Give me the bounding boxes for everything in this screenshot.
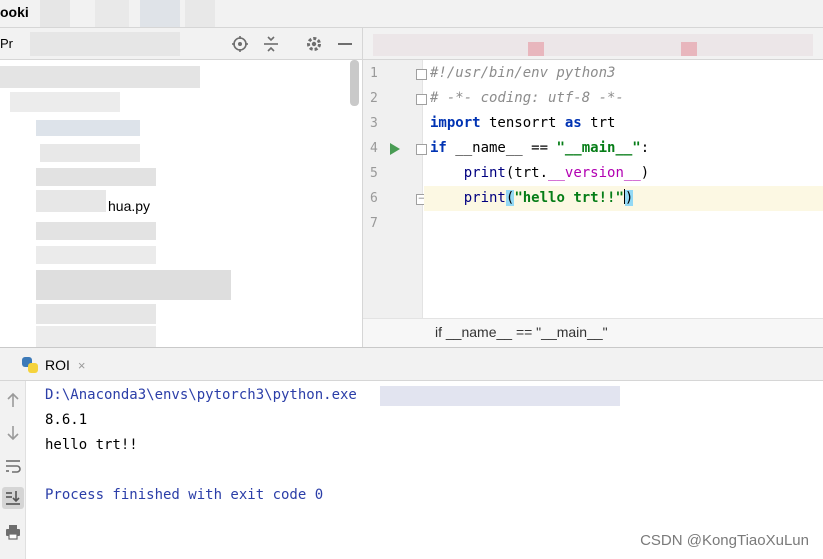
code-token: import [430, 115, 481, 131]
project-scrollbar[interactable] [350, 60, 359, 106]
python-icon [22, 357, 38, 373]
scroll-to-end-icon[interactable] [2, 487, 24, 509]
gear-icon[interactable] [302, 32, 326, 56]
blurred-region [681, 42, 697, 56]
editor-tabs[interactable] [363, 28, 823, 60]
code-token: __name__ == [446, 140, 557, 156]
print-icon[interactable] [2, 521, 24, 543]
blurred-tree-region [36, 270, 231, 300]
minimize-icon[interactable] [333, 32, 357, 56]
code-token: : [640, 140, 650, 156]
code-token: # -*- coding: utf-8 -*- [430, 90, 624, 106]
code-token: print [463, 190, 506, 206]
blurred-tree-region [36, 120, 140, 136]
code-token: tensorrt [480, 115, 565, 131]
project-panel: Pr hua.py [0, 28, 363, 347]
line-number: 3 [370, 116, 378, 131]
window-title: ooki [0, 4, 29, 20]
soft-wrap-icon[interactable] [2, 455, 24, 477]
watermark: CSDN @KongTiaoXuLun [640, 532, 809, 549]
code-token: "hello trt!!" [514, 190, 624, 206]
code-line[interactable]: # -*- coding: utf-8 -*- [424, 86, 823, 111]
code-token: #!/usr/bin/env python3 [430, 65, 616, 81]
blurred-region [140, 0, 180, 27]
code-line[interactable]: #!/usr/bin/env python3 [424, 61, 823, 86]
code-token: as [564, 115, 582, 131]
console-line: hello trt!! [45, 437, 138, 453]
arrow-up-icon[interactable] [2, 389, 24, 411]
blurred-region [185, 0, 215, 27]
code-token: ) [640, 165, 650, 181]
code-token: (trt. [505, 165, 549, 181]
arrow-down-icon[interactable] [2, 422, 24, 444]
crosshair-icon[interactable] [228, 32, 252, 56]
console-line: D:\Anaconda3\envs\pytorch3\python.exe [45, 387, 357, 403]
blurred-tree-region [36, 222, 156, 240]
blurred-region [40, 0, 70, 27]
line-number: 6 [370, 191, 378, 206]
editor-breadcrumb[interactable]: if __name__ == "__main__" [363, 318, 823, 347]
code-token: trt [581, 115, 616, 131]
blurred-tree-region [36, 246, 156, 264]
line-number: 2 [370, 91, 378, 106]
project-panel-label: Pr [0, 36, 13, 51]
run-side-toolbar [0, 381, 26, 559]
blurred-region [95, 0, 129, 27]
breadcrumb-text[interactable]: if __name__ == "__main__" [435, 324, 608, 340]
blurred-tree-region [36, 326, 156, 347]
run-tabs-bar: ROI × [0, 348, 823, 381]
code-line[interactable]: print("hello trt!!") [424, 186, 823, 211]
blurred-region [528, 42, 544, 56]
code-line[interactable]: print(trt.__version__) [424, 161, 823, 186]
line-number: 7 [370, 216, 378, 231]
blurred-tree-region [36, 190, 106, 212]
blurred-tree-region [36, 304, 156, 324]
gutter-line: 3 [363, 111, 423, 136]
gutter-line: 2 [363, 86, 427, 111]
gutter-line: 5 [363, 161, 423, 186]
gutter-line: 4 [363, 136, 427, 161]
collapse-icon[interactable] [259, 32, 283, 56]
blurred-tree-region [0, 66, 200, 88]
blurred-tree-region [10, 92, 120, 112]
code-line[interactable]: if __name__ == "__main__": [424, 136, 823, 161]
run-tab-label: ROI [45, 357, 70, 373]
console-line: 8.6.1 [45, 412, 88, 428]
blurred-region [30, 32, 180, 56]
blurred-region [380, 386, 620, 406]
code-token: print [463, 165, 506, 181]
title-bar: ooki [0, 0, 823, 28]
line-number: 1 [370, 66, 378, 81]
tree-file-name[interactable]: hua.py [108, 198, 150, 214]
code-token: if [430, 140, 447, 156]
blurred-region [373, 34, 813, 56]
code-line[interactable] [424, 211, 823, 236]
code-token: ) [624, 190, 634, 206]
blurred-tree-region [36, 168, 156, 186]
line-number: 4 [370, 141, 378, 156]
close-icon[interactable]: × [78, 358, 86, 373]
code-token: "__main__" [556, 140, 641, 156]
run-tab-roi[interactable]: ROI × [22, 353, 85, 377]
code-line[interactable]: import tensorrt as trt [424, 111, 823, 136]
gutter-line: 1 [363, 61, 427, 86]
gutter-line: 6− [363, 186, 427, 211]
run-gutter-icon[interactable] [390, 143, 400, 155]
code-token: __version__ [548, 165, 641, 181]
gutter-line: 7 [363, 211, 423, 236]
line-number: 5 [370, 166, 378, 181]
blurred-tree-region [40, 144, 140, 162]
project-toolbar: Pr [0, 28, 362, 60]
run-tool-window: ROI × D:\Anaconda3\envs\pytorch3\python.… [0, 347, 823, 559]
code-editor: if __name__ == "__main__" 1 #!/usr/bin/en… [363, 28, 823, 347]
console-line: Process finished with exit code 0 [45, 487, 324, 503]
